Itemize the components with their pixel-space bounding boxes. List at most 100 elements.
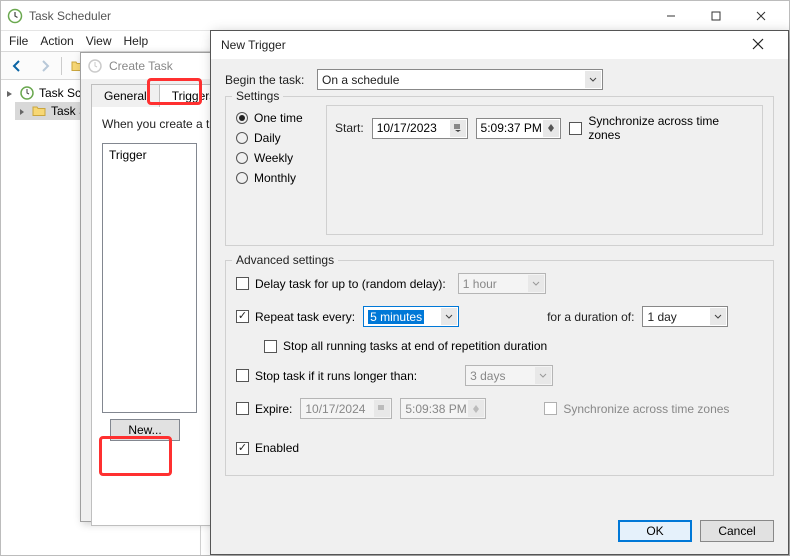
settings-legend: Settings <box>232 89 283 103</box>
menu-view[interactable]: View <box>86 34 112 48</box>
advanced-group: Advanced settings Delay task for up to (… <box>225 260 774 476</box>
folder-icon <box>31 103 47 119</box>
new-trigger-title: New Trigger <box>221 38 738 52</box>
checkbox-icon <box>236 310 249 323</box>
new-trigger-body: Begin the task: On a schedule Settings O… <box>211 59 788 486</box>
ok-button[interactable]: OK <box>618 520 692 542</box>
begin-task-combo[interactable]: On a schedule <box>317 69 603 90</box>
menu-file[interactable]: File <box>9 34 28 48</box>
sync-tz2-label: Synchronize across time zones <box>563 402 729 416</box>
start-date-picker[interactable]: 10/17/2023 <box>372 118 468 139</box>
checkbox-icon <box>569 122 582 135</box>
stop-longer-check[interactable]: Stop task if it runs longer than: <box>236 369 417 383</box>
repeat-every-combo[interactable]: 5 minutes <box>363 306 459 327</box>
radio-daily-label: Daily <box>254 131 281 145</box>
sync-tz-label: Synchronize across time zones <box>588 114 754 142</box>
trigger-list[interactable]: Trigger <box>102 143 197 413</box>
stop-longer-label: Stop task if it runs longer than: <box>255 369 417 383</box>
duration-value: 1 day <box>647 310 676 324</box>
repeat-value: 5 minutes <box>368 310 424 324</box>
dialog-buttons: OK Cancel <box>618 520 774 542</box>
separator <box>61 57 62 75</box>
stop-all-label: Stop all running tasks at end of repetit… <box>283 339 547 353</box>
stop-longer-value: 3 days <box>470 369 505 383</box>
calendar-drop-icon <box>374 400 390 417</box>
chevron-down-icon <box>710 308 726 325</box>
tab-general-label: General <box>104 89 147 103</box>
delay-combo: 1 hour <box>458 273 546 294</box>
expander-icon[interactable] <box>17 106 27 116</box>
radio-icon <box>236 132 248 144</box>
new-trigger-dialog: New Trigger Begin the task: On a schedul… <box>210 30 789 555</box>
app-titlebar: Task Scheduler <box>1 1 789 31</box>
trigger-col-header: Trigger <box>109 148 147 162</box>
delay-value: 1 hour <box>463 277 497 291</box>
chevron-down-icon <box>535 367 551 384</box>
menu-action[interactable]: Action <box>40 34 73 48</box>
enabled-label: Enabled <box>255 441 299 455</box>
close-button[interactable] <box>738 38 778 53</box>
start-time-value: 5:09:37 PM <box>481 121 542 135</box>
expire-time-picker: 5:09:38 PM <box>400 398 486 419</box>
checkbox-icon <box>264 340 277 353</box>
schedule-radios: One time Daily Weekly Monthly <box>236 105 316 235</box>
new-btn-label: New... <box>128 423 161 437</box>
enabled-check[interactable]: Enabled <box>236 441 299 455</box>
duration-combo[interactable]: 1 day <box>642 306 728 327</box>
checkbox-icon <box>236 442 249 455</box>
create-task-title: Create Task <box>109 59 173 73</box>
checkbox-icon <box>236 369 249 382</box>
clock-icon <box>87 58 103 74</box>
forward-button[interactable] <box>33 55 57 77</box>
radio-one-time[interactable]: One time <box>236 111 316 125</box>
repeat-label: Repeat task every: <box>255 310 355 324</box>
close-button[interactable] <box>738 2 783 30</box>
maximize-button[interactable] <box>693 2 738 30</box>
sync-tz-check[interactable]: Synchronize across time zones <box>569 114 754 142</box>
begin-task-label: Begin the task: <box>225 73 309 87</box>
checkbox-icon <box>236 277 249 290</box>
radio-icon <box>236 172 248 184</box>
minimize-button[interactable] <box>648 2 693 30</box>
radio-monthly-label: Monthly <box>254 171 296 185</box>
expire-time-value: 5:09:38 PM <box>405 402 466 416</box>
spinner-icon[interactable] <box>543 120 559 137</box>
chevron-down-icon <box>528 275 544 292</box>
chevron-down-icon <box>441 308 457 325</box>
expire-check[interactable]: Expire: <box>236 402 292 416</box>
tab-general[interactable]: General <box>91 84 160 107</box>
start-time-picker[interactable]: 5:09:37 PM <box>476 118 562 139</box>
stop-all-check[interactable]: Stop all running tasks at end of repetit… <box>264 339 547 353</box>
checkbox-icon <box>544 402 557 415</box>
radio-one-time-label: One time <box>254 111 303 125</box>
menu-help[interactable]: Help <box>124 34 149 48</box>
tab-triggers-label: Triggers <box>172 89 216 103</box>
radio-weekly[interactable]: Weekly <box>236 151 316 165</box>
radio-daily[interactable]: Daily <box>236 131 316 145</box>
radio-monthly[interactable]: Monthly <box>236 171 316 185</box>
duration-label: for a duration of: <box>547 310 634 324</box>
repeat-check[interactable]: Repeat task every: <box>236 310 355 324</box>
expire-label: Expire: <box>255 402 292 416</box>
clock-icon <box>19 85 35 101</box>
spinner-icon <box>468 400 484 417</box>
calendar-drop-icon[interactable] <box>450 120 466 137</box>
settings-group: Settings One time Daily Weekly Monthly S… <box>225 96 774 246</box>
checkbox-icon <box>236 402 249 415</box>
back-button[interactable] <box>5 55 29 77</box>
new-trigger-button[interactable]: New... <box>110 419 180 441</box>
radio-icon <box>236 112 248 124</box>
chevron-down-icon <box>585 71 601 88</box>
start-panel: Start: 10/17/2023 5:09:37 PM Synchronize… <box>326 105 763 235</box>
cancel-button[interactable]: Cancel <box>700 520 774 542</box>
start-label: Start: <box>335 121 364 135</box>
cancel-label: Cancel <box>718 524 755 538</box>
start-date-value: 10/17/2023 <box>377 121 437 135</box>
expire-date-value: 10/17/2024 <box>305 402 365 416</box>
delay-check[interactable]: Delay task for up to (random delay): <box>236 277 446 291</box>
expire-date-picker: 10/17/2024 <box>300 398 392 419</box>
delay-label: Delay task for up to (random delay): <box>255 277 446 291</box>
radio-weekly-label: Weekly <box>254 151 293 165</box>
stop-longer-combo: 3 days <box>465 365 553 386</box>
expander-icon[interactable] <box>5 88 15 98</box>
